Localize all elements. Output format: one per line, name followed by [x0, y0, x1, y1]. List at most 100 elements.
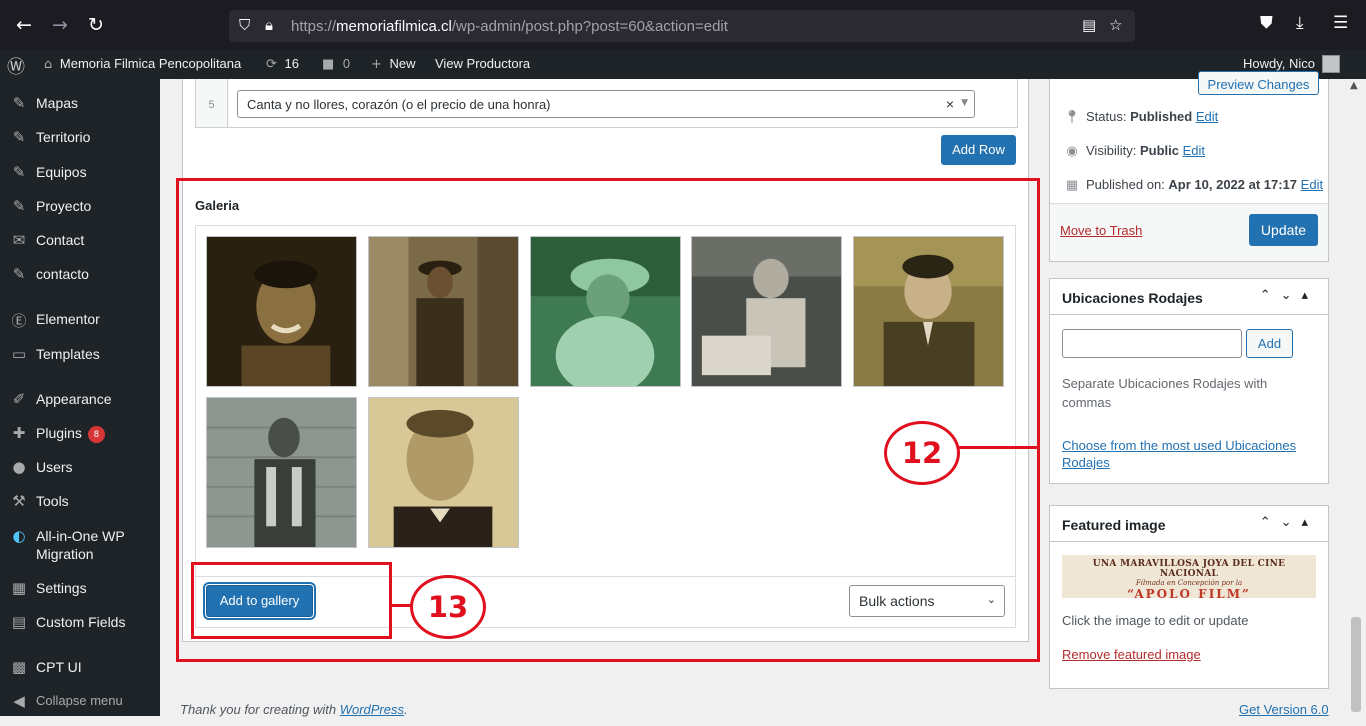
featured-image-title: Featured image [1062, 517, 1166, 533]
featured-image-thumbnail[interactable]: UNA MARAVILLOSA JOYA DEL CINE NACIONAL F… [1062, 555, 1316, 598]
pin-icon: ✎ [12, 94, 26, 112]
sidebar-item-label: Custom Fields [36, 614, 126, 630]
pocket-icon[interactable]: ⛊ [1260, 13, 1273, 33]
fields-icon: ▤ [11, 613, 27, 631]
forward-icon[interactable]: → [48, 12, 72, 38]
update-button[interactable]: Update [1249, 214, 1318, 246]
annotation-box-13 [191, 562, 392, 639]
edit-visibility-link[interactable]: Edit [1183, 143, 1205, 158]
box-controls[interactable]: ⌃⌄▴ [1260, 515, 1318, 530]
sidebar-item-plugins[interactable]: ✚ Plugins 8 [0, 424, 160, 458]
sidebar-item-settings[interactable]: ▦ Settings [0, 579, 160, 613]
user-icon: ● [12, 458, 26, 476]
wrench-icon: ⚒ [12, 492, 26, 510]
sidebar-item-label: Settings [36, 580, 87, 596]
annotation-label-13: 13 [410, 575, 486, 639]
film-select-value: Canta y no llores, corazón (o el precio … [247, 97, 551, 112]
url-bar[interactable]: ⛉ 🔒︎ https://memoriafilmica.cl/wp-admin/… [229, 10, 1135, 42]
reload-icon[interactable]: ↻ [84, 12, 108, 38]
pin-icon: 📍︎ [1063, 110, 1081, 125]
scrollbar-thumb[interactable] [1351, 617, 1361, 712]
sidebar-item-contacto[interactable]: ✎ contacto [0, 265, 160, 299]
sidebar-item-cpt-ui[interactable]: ▩ CPT UI [0, 658, 160, 692]
edit-status-link[interactable]: Edit [1196, 109, 1218, 124]
collapse-menu[interactable]: ◀ Collapse menu [0, 692, 160, 726]
lock-icon[interactable]: 🔒︎ [265, 16, 273, 34]
repeater-cell: Canta y no llores, corazón (o el precio … [229, 79, 1017, 127]
migration-icon: ◐ [12, 527, 26, 545]
sidebar-item-label: Users [36, 459, 73, 475]
sidebar-item-label: Tools [36, 493, 69, 509]
pin-icon: ✎ [12, 163, 26, 181]
plus-icon: + [371, 57, 382, 72]
remove-featured-image-link[interactable]: Remove featured image [1062, 647, 1201, 662]
film-select[interactable]: Canta y no llores, corazón (o el precio … [237, 90, 975, 118]
calendar-icon: ▦ [1065, 178, 1079, 193]
sidebar-item-contact[interactable]: ✉ Contact [0, 231, 160, 265]
box-controls[interactable]: ⌃⌄▴ [1260, 288, 1318, 303]
featured-image-help: Click the image to edit or update [1062, 613, 1249, 628]
add-row-button[interactable]: Add Row [941, 135, 1016, 165]
sidebar-item-label: Contact [36, 232, 85, 248]
annotation-label-12: 12 [884, 421, 960, 485]
clear-icon[interactable]: × [946, 96, 954, 112]
visibility-label: Visibility: [1086, 143, 1137, 158]
reader-view-icon[interactable]: ▤ [1082, 16, 1096, 34]
row-number: 5 [196, 79, 228, 127]
howdy-user[interactable]: Howdy, Nico [1243, 56, 1315, 71]
published-value: Apr 10, 2022 at 17:17 [1168, 177, 1298, 192]
scroll-up-icon[interactable]: ▲ [1350, 80, 1358, 91]
new-content-link[interactable]: + New [371, 56, 416, 72]
sidebar-item-appearance[interactable]: ✐ Appearance [0, 390, 160, 424]
site-name: Memoria Filmica Pencopolitana [59, 56, 242, 71]
shield-icon[interactable]: ⛉ [239, 16, 250, 34]
updates-link[interactable]: ⟳ 16 [266, 56, 299, 72]
download-icon[interactable]: ⤓ [1296, 13, 1304, 33]
sidebar-item-label: CPT UI [36, 659, 82, 675]
sidebar-item-all-in-one-wp-migration[interactable]: ◐ All-in-One WP Migration [0, 527, 160, 567]
wordpress-link[interactable]: WordPress [340, 702, 404, 717]
url-text[interactable]: https://memoriafilmica.cl/wp-admin/post.… [291, 18, 728, 35]
sidebar-item-label: Plugins [36, 425, 82, 441]
menu-icon[interactable]: ☰ [1333, 13, 1348, 33]
get-version-link[interactable]: Get Version 6.0 [1239, 702, 1329, 717]
sidebar-item-elementor[interactable]: Ⓔ Elementor [0, 310, 160, 344]
new-label: New [389, 56, 416, 71]
preview-label: Preview Changes [1207, 77, 1310, 92]
comments-count: 0 [342, 56, 351, 71]
sidebar-item-custom-fields[interactable]: ▤ Custom Fields [0, 613, 160, 647]
publish-box: Preview Changes 📍︎ Status: Published Edit… [1049, 71, 1329, 262]
sidebar-item-equipos[interactable]: ✎ Equipos [0, 163, 160, 197]
bookmark-star-icon[interactable]: ☆ [1109, 16, 1122, 34]
add-ubicacion-button[interactable]: Add [1246, 329, 1293, 358]
back-icon[interactable]: ← [12, 12, 36, 38]
visibility-value: Public [1139, 143, 1179, 158]
published-on-row: ▦ Published on: Apr 10, 2022 at 17:17 Edi… [1062, 177, 1323, 193]
preview-changes-button[interactable]: Preview Changes [1198, 71, 1319, 95]
comments-link[interactable]: ■ 0 [322, 56, 350, 72]
wordpress-logo-icon[interactable]: Ⓦ [7, 53, 25, 79]
sidebar-item-proyecto[interactable]: ✎ Proyecto [0, 197, 160, 231]
updates-count: 16 [284, 56, 299, 71]
ubicaciones-input[interactable] [1062, 329, 1242, 358]
sidebar-item-label: Territorio [36, 129, 91, 145]
move-to-trash-link[interactable]: Move to Trash [1060, 223, 1142, 238]
view-productora-link[interactable]: View Productora [435, 56, 530, 71]
sidebar-item-templates[interactable]: ▭ Templates [0, 345, 160, 379]
sidebar-item-tools[interactable]: ⚒ Tools [0, 492, 160, 526]
settings-icon: ▦ [11, 579, 27, 597]
sidebar-item-label: Mapas [36, 95, 79, 111]
home-icon: ⌂ [44, 57, 53, 72]
brush-icon: ✐ [12, 390, 26, 408]
status-value: Published [1130, 109, 1193, 124]
sidebar-item-territorio[interactable]: ✎ Territorio [0, 128, 160, 162]
edit-date-link[interactable]: Edit [1301, 177, 1323, 192]
dropdown-arrow-icon[interactable]: ▼ [961, 98, 968, 108]
sidebar-item-mapas[interactable]: ✎ Mapas [0, 94, 160, 128]
eye-icon: ◉ [1066, 144, 1078, 159]
ubicaciones-help: Separate Ubicaciones Rodajes with commas [1062, 376, 1268, 410]
sidebar-item-users[interactable]: ● Users [0, 458, 160, 492]
choose-most-used-link[interactable]: Choose from the most used Ubicaciones Ro… [1062, 437, 1317, 471]
site-link[interactable]: ⌂ Memoria Filmica Pencopolitana [44, 56, 241, 72]
avatar[interactable] [1322, 55, 1340, 73]
